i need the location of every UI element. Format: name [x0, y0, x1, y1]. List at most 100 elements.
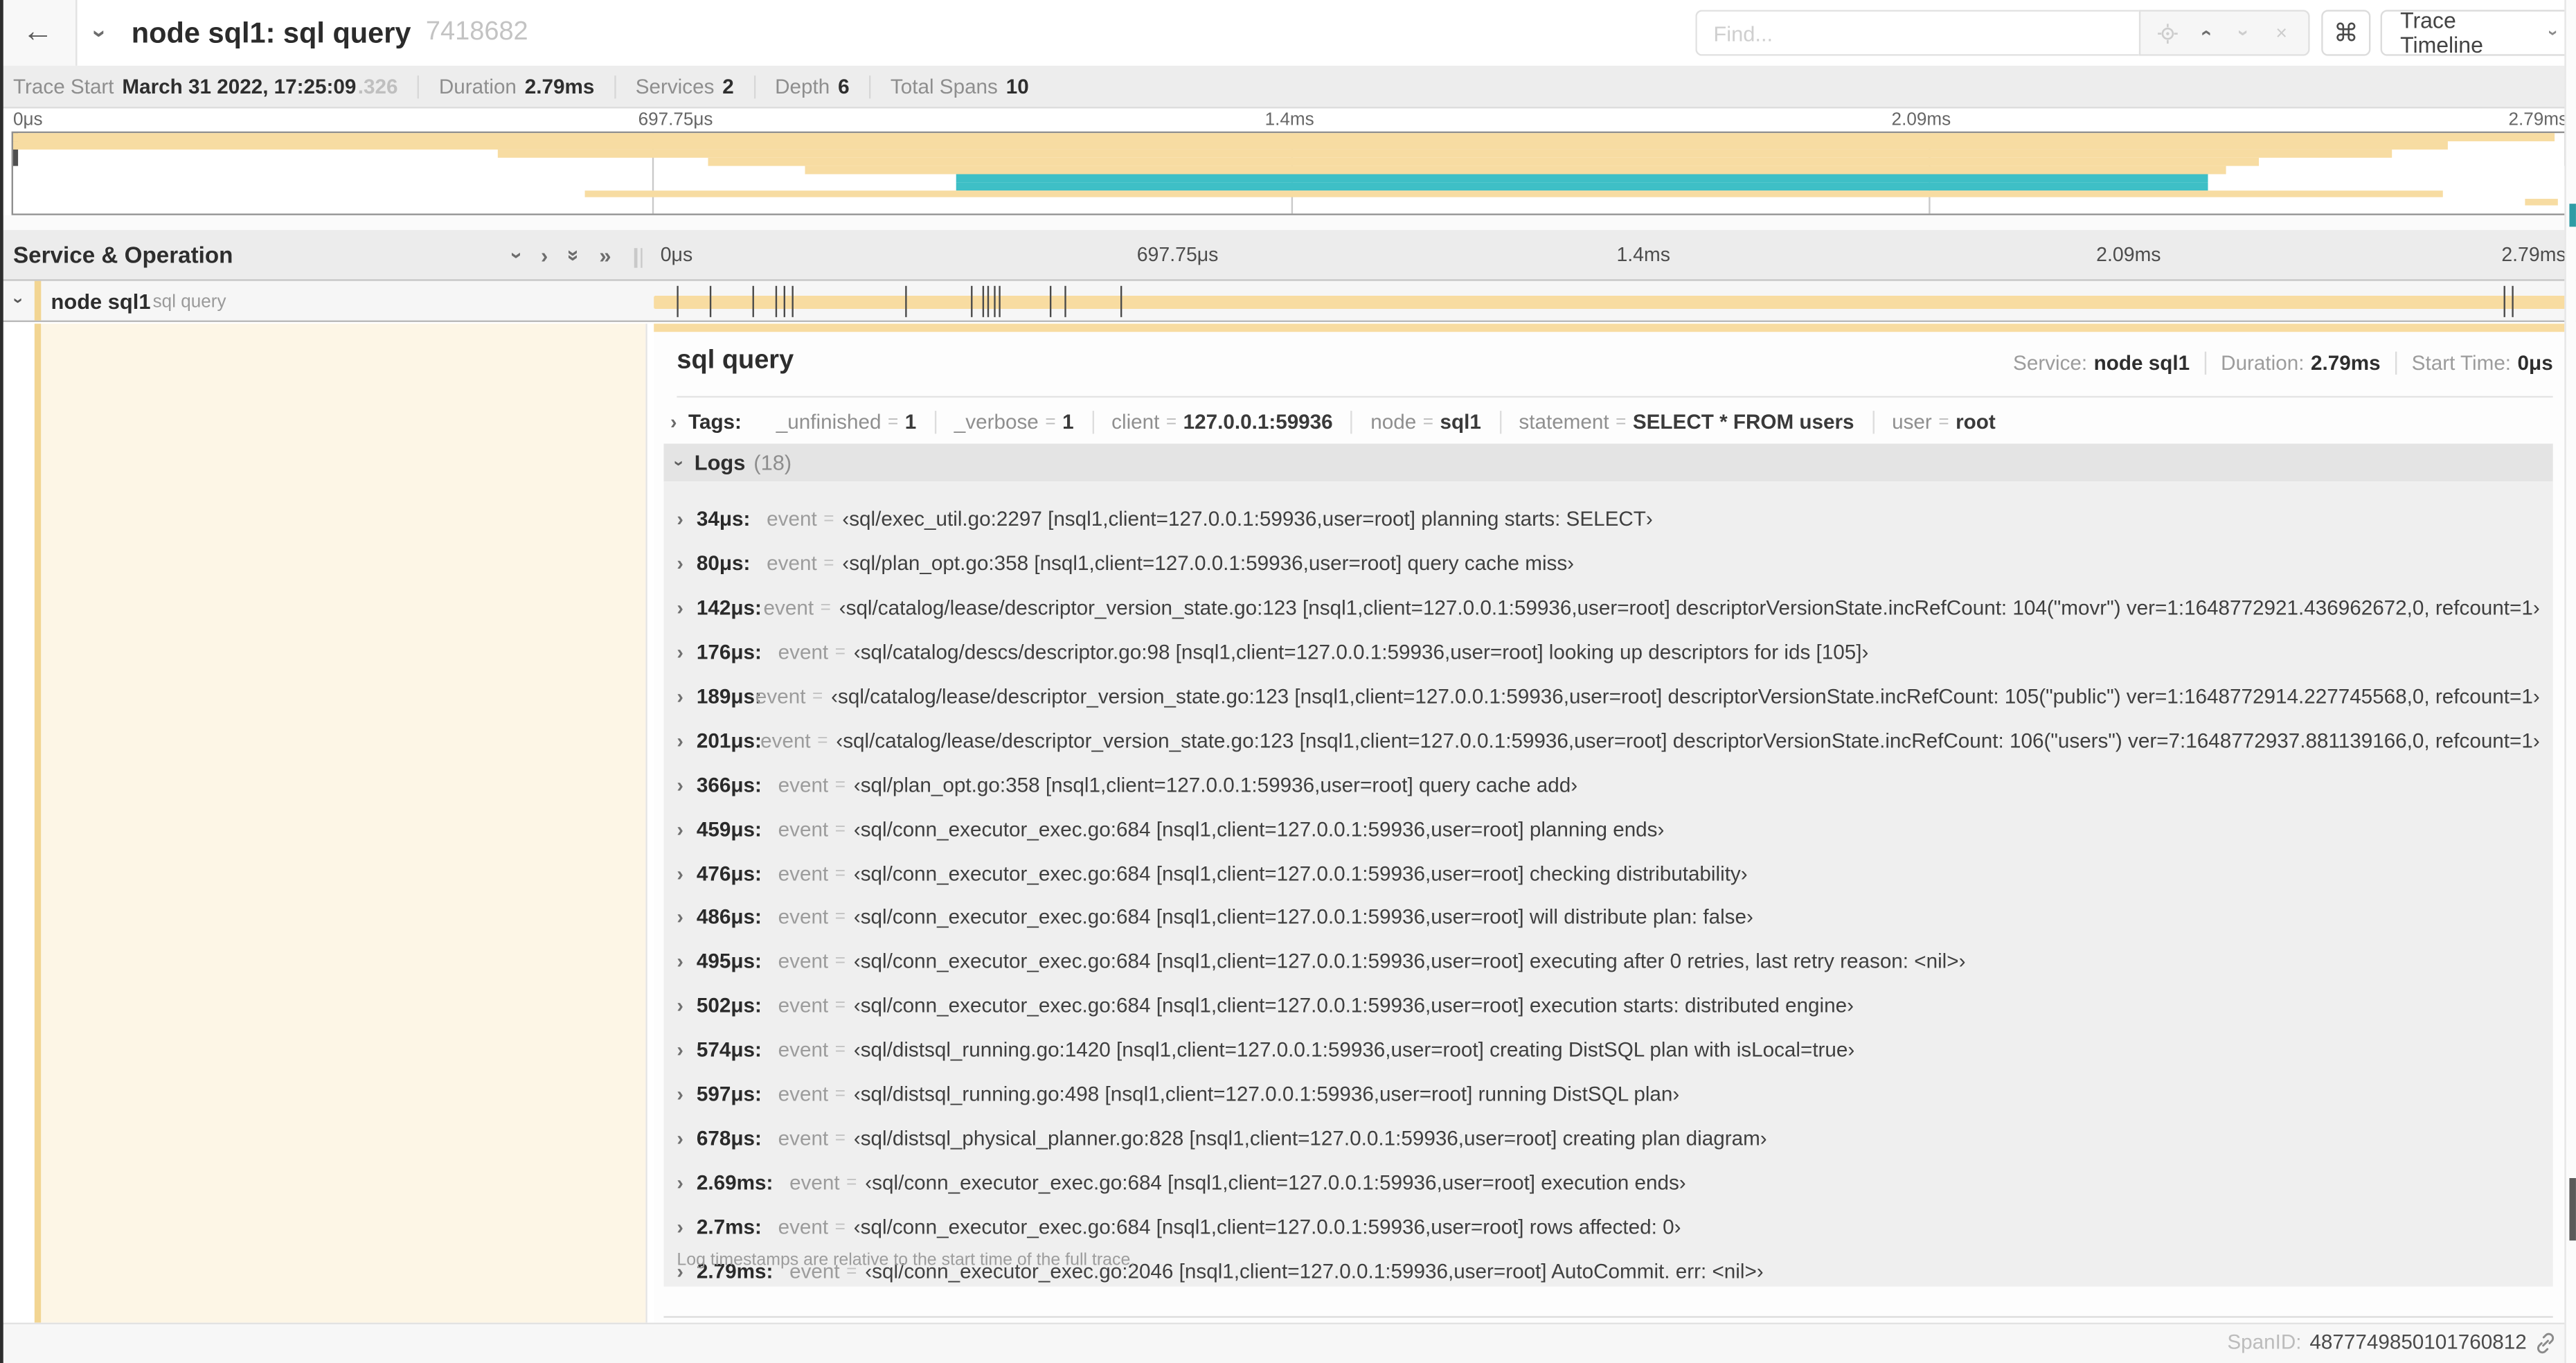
chevron-down-icon[interactable]: › [8, 298, 27, 304]
log-marker-tick [677, 285, 679, 317]
equals-sign: = [834, 907, 846, 928]
column-resize-grip[interactable] [634, 248, 647, 268]
scrollbar-thumb[interactable] [2569, 1178, 2576, 1241]
tag-item[interactable]: statement = SELECT * FROM users [1501, 411, 1875, 434]
chevron-right-icon: › [677, 862, 683, 885]
log-row[interactable]: › 34μs: event = ‹sql/exec_util.go:2297 [nsql… [677, 498, 2539, 542]
equals-sign: = [834, 863, 846, 884]
timeline-tick-label: 0μs [660, 243, 693, 267]
span-bar-track[interactable] [654, 281, 2573, 322]
expand-all-icon[interactable]: » [599, 242, 611, 267]
selected-span-bar [654, 323, 2565, 332]
logs-list: › 34μs: event = ‹sql/exec_util.go:2297 [nsql… [663, 481, 2553, 1287]
chevron-right-icon: › [677, 1171, 683, 1195]
log-field-key: event [778, 1083, 829, 1106]
log-row[interactable]: › 201μs: event = ‹sql/catalog/lease/descript… [677, 719, 2539, 763]
chevron-right-icon: › [677, 729, 683, 753]
log-row[interactable]: › 502μs: event = ‹sql/conn_executor_exec.go:… [677, 984, 2539, 1028]
equals-sign: = [823, 554, 834, 574]
log-field-value: ‹sql/conn_executor_exec.go:684 [nsql1,cl… [865, 1171, 1686, 1195]
prev-result-icon[interactable]: › [2194, 21, 2217, 44]
equals-sign: = [834, 819, 846, 839]
log-row[interactable]: › 366μs: event = ‹sql/plan_opt.go:358 [nsql1… [677, 763, 2539, 808]
log-field-value: ‹sql/conn_executor_exec.go:684 [nsql1,cl… [853, 1215, 1681, 1239]
log-field-key: event [778, 862, 829, 885]
tag-item[interactable]: _verbose = 1 [936, 411, 1094, 434]
expand-one-icon[interactable]: › [541, 242, 548, 267]
log-field-value: ‹sql/distsql_running.go:498 [nsql1,clien… [853, 1083, 1680, 1106]
deep-link-icon[interactable] [2535, 1332, 2557, 1353]
view-select-label: Trace Timeline [2400, 8, 2483, 58]
tags-section[interactable]: › Tags: _unfinished = 1 _verbose = 1 client = 12… [670, 406, 2553, 438]
log-row[interactable]: › 142μs: event = ‹sql/catalog/lease/descript… [677, 586, 2539, 630]
collapse-one-icon[interactable]: › [506, 251, 530, 258]
log-marker-tick [999, 285, 1001, 317]
locate-span-icon[interactable] [2156, 21, 2179, 44]
trace-meta-value: March 31 2022, 17:25:09 [122, 74, 357, 98]
log-marker-tick [2503, 285, 2505, 317]
tag-item[interactable]: _unfinished = 1 [758, 411, 936, 434]
equals-sign: = [834, 642, 846, 663]
tag-value: 1 [1062, 411, 1074, 434]
log-row[interactable]: › 597μs: event = ‹sql/distsql_running.go:498… [677, 1072, 2539, 1116]
log-marker-tick [791, 285, 794, 317]
tag-key: statement [1519, 411, 1609, 434]
logs-section-header[interactable]: › Logs (18) [663, 443, 2553, 482]
log-row[interactable]: › 459μs: event = ‹sql/conn_executor_exec.go:… [677, 807, 2539, 851]
timeline-minimap[interactable] [11, 131, 2570, 215]
scrollbar[interactable] [2564, 0, 2576, 1363]
find-input[interactable] [1713, 20, 2139, 46]
back-button[interactable]: ← [0, 0, 78, 66]
tag-item[interactable]: client = 127.0.0.1:59936 [1093, 411, 1353, 434]
log-field-key: event [789, 1171, 840, 1195]
span-id-group: SpanID: 4877749850101760812 [2227, 1331, 2556, 1354]
log-field-value: ‹sql/distsql_physical_planner.go:828 [ns… [853, 1127, 1767, 1150]
tag-item[interactable]: node = sql1 [1352, 411, 1501, 434]
chevron-down-icon: › [85, 28, 114, 37]
span-id-value: 4877749850101760812 [2309, 1330, 2527, 1354]
clear-find-icon[interactable]: × [2270, 21, 2293, 44]
log-row[interactable]: › 678μs: event = ‹sql/distsql_physical_plann… [677, 1116, 2539, 1161]
tags-label: Tags: [688, 411, 742, 434]
equals-sign: = [834, 996, 846, 1016]
log-row[interactable]: › 2.69ms: event = ‹sql/conn_executor_exec.go… [677, 1161, 2539, 1205]
view-select-button[interactable]: Trace Timeline › [2380, 8, 2576, 58]
log-marker-tick [774, 285, 777, 317]
log-marker-tick [751, 285, 753, 317]
next-result-icon[interactable]: › [2232, 21, 2255, 44]
log-row[interactable]: › 189μs: event = ‹sql/catalog/lease/descript… [677, 675, 2539, 719]
span-operation-name: sql query [152, 292, 226, 312]
equals-sign: = [1165, 412, 1177, 432]
minimap-gap [0, 215, 2576, 231]
collapse-all-icon[interactable]: » [562, 249, 587, 260]
log-row[interactable]: › 495μs: event = ‹sql/conn_executor_exec.go:… [677, 940, 2539, 984]
log-timestamp: 189μs: [696, 685, 762, 709]
span-row-node-sql1[interactable]: › node sql1 sql query [0, 280, 2576, 322]
tag-key: node [1370, 411, 1417, 434]
trace-collapse-toggle[interactable]: › [85, 0, 113, 66]
minimap-tick-label: 1.4ms [1264, 109, 1314, 130]
window-left-edge [0, 0, 3, 1363]
span-service-name: node sql1 [51, 289, 151, 314]
trace-meta-item: Duration 2.79ms [419, 74, 616, 98]
trace-meta-value: 2.79ms [524, 74, 595, 98]
log-field-value: ‹sql/plan_opt.go:358 [nsql1,client=127.0… [853, 773, 1578, 797]
tag-item[interactable]: user = root [1874, 411, 2014, 434]
log-timestamp: 597μs: [696, 1083, 762, 1106]
equals-sign: = [820, 598, 831, 618]
log-row[interactable]: › 574μs: event = ‹sql/distsql_running.go:142… [677, 1028, 2539, 1072]
log-row[interactable]: › 80μs: event = ‹sql/plan_opt.go:358 [nsql1,… [677, 542, 2539, 587]
keyboard-shortcuts-button[interactable]: ⌘ [2321, 10, 2371, 56]
log-field-key: event [760, 729, 811, 753]
chevron-right-icon: › [677, 1038, 683, 1062]
log-row[interactable]: › 2.7ms: event = ‹sql/conn_executor_exec.go:… [677, 1205, 2539, 1249]
tag-value: root [1956, 411, 1996, 434]
log-row[interactable]: › 176μs: event = ‹sql/catalog/descs/descript… [677, 630, 2539, 675]
log-field-key: event [778, 950, 829, 974]
log-row[interactable]: › 476μs: event = ‹sql/conn_executor_exec.go:… [677, 851, 2539, 896]
equals-sign: = [834, 1128, 846, 1149]
service-operation-title: Service & Operation [12, 241, 233, 268]
log-row[interactable]: › 486μs: event = ‹sql/conn_executor_exec.go:… [677, 896, 2539, 940]
chevron-right-icon: › [677, 596, 683, 620]
root-span-bar[interactable] [654, 294, 2570, 308]
